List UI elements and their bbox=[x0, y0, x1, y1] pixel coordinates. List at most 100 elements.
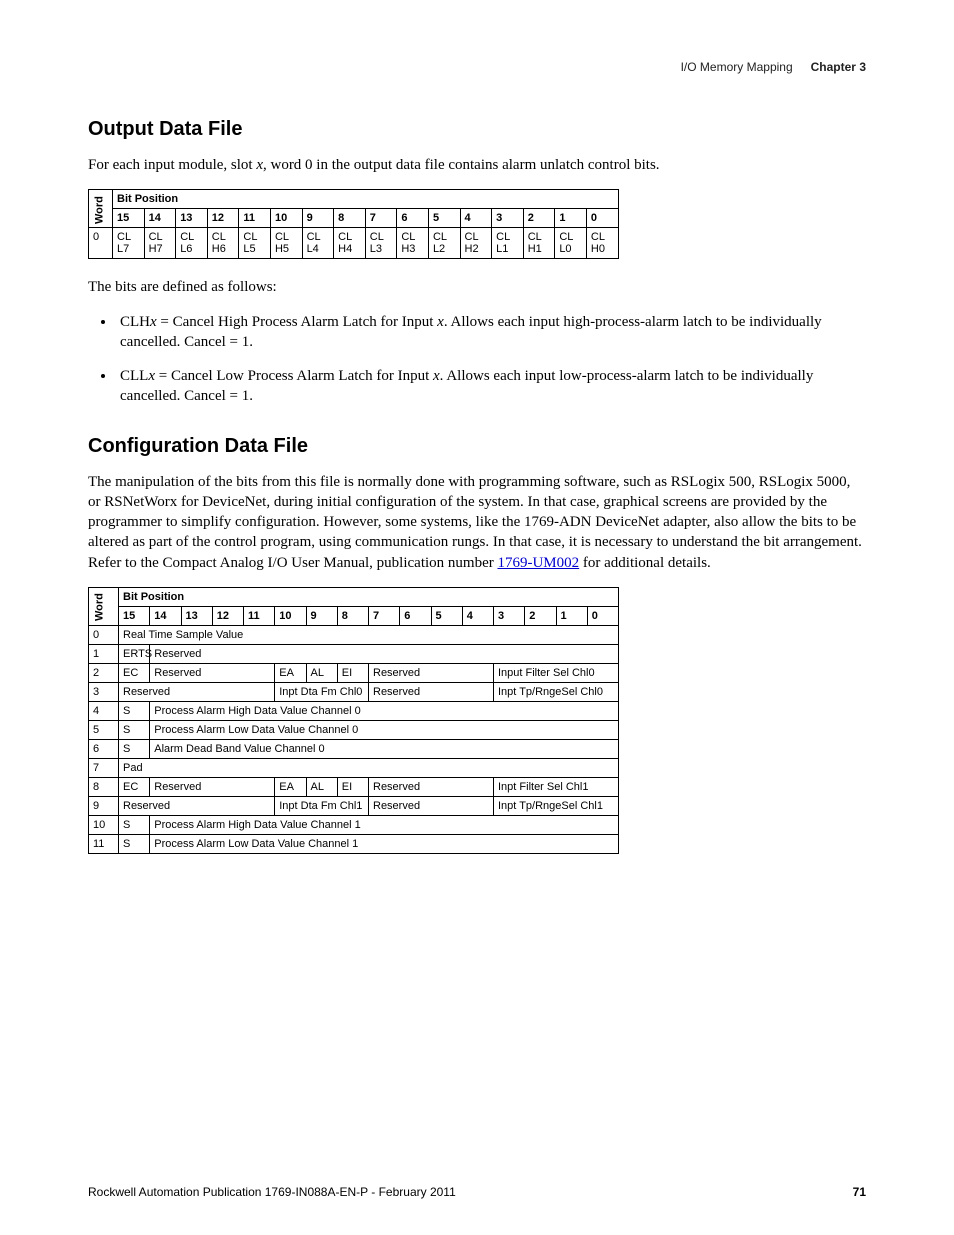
cell: Process Alarm Low Data Value Channel 0 bbox=[150, 720, 619, 739]
cell: S bbox=[119, 815, 150, 834]
bit-head: 13 bbox=[176, 209, 208, 228]
cell: Process Alarm High Data Value Channel 1 bbox=[150, 815, 619, 834]
cell: Reserved bbox=[119, 796, 275, 815]
config-bit-table: Word Bit Position 15 14 13 12 11 10 9 8 … bbox=[88, 587, 619, 854]
cell: Alarm Dead Band Value Channel 0 bbox=[150, 739, 619, 758]
cell: S bbox=[119, 701, 150, 720]
cell: Process Alarm High Data Value Channel 0 bbox=[150, 701, 619, 720]
bit-definitions-list: CLHx = Cancel High Process Alarm Latch f… bbox=[116, 312, 866, 407]
bit-head: 7 bbox=[365, 209, 397, 228]
page-header: I/O Memory Mapping Chapter 3 bbox=[88, 60, 866, 74]
bit-head: 0 bbox=[586, 209, 618, 228]
bit-head: 5 bbox=[428, 209, 460, 228]
cell: Real Time Sample Value bbox=[119, 625, 619, 644]
bit-head: 15 bbox=[119, 606, 150, 625]
config-data-file-heading: Configuration Data File bbox=[88, 435, 866, 458]
cell: CL L5 bbox=[239, 228, 271, 259]
bit-head: 1 bbox=[556, 606, 587, 625]
bit-head: 14 bbox=[144, 209, 176, 228]
cell: Reserved bbox=[369, 777, 494, 796]
cell: CL H7 bbox=[144, 228, 176, 259]
cell: AL bbox=[306, 663, 337, 682]
cell: EA bbox=[275, 663, 306, 682]
cell: S bbox=[119, 834, 150, 853]
word-num: 11 bbox=[89, 834, 119, 853]
cell: CL L3 bbox=[365, 228, 397, 259]
bit-position-head: Bit Position bbox=[119, 587, 619, 606]
bit-head: 2 bbox=[523, 209, 555, 228]
list-item: CLLx = Cancel Low Process Alarm Latch fo… bbox=[116, 366, 866, 407]
cell: Pad bbox=[119, 758, 619, 777]
bit-head: 4 bbox=[460, 209, 492, 228]
bit-head: 0 bbox=[587, 606, 618, 625]
cell: AL bbox=[306, 777, 337, 796]
cell: Reserved bbox=[369, 682, 494, 701]
word-col-head: Word bbox=[89, 587, 119, 625]
cell: Reserved bbox=[369, 796, 494, 815]
bit-head: 8 bbox=[334, 209, 366, 228]
word-num: 5 bbox=[89, 720, 119, 739]
output-bit-table: Word Bit Position 15 14 13 12 11 10 9 8 … bbox=[88, 189, 619, 259]
output-intro: For each input module, slot x, word 0 in… bbox=[88, 155, 866, 175]
list-item: CLHx = Cancel High Process Alarm Latch f… bbox=[116, 312, 866, 353]
cell: CL L7 bbox=[113, 228, 145, 259]
bit-head: 14 bbox=[150, 606, 181, 625]
cell: CL L6 bbox=[176, 228, 208, 259]
cell: CL H2 bbox=[460, 228, 492, 259]
cell: S bbox=[119, 739, 150, 758]
cell: S bbox=[119, 720, 150, 739]
word-0: 0 bbox=[89, 228, 113, 259]
bit-head: 3 bbox=[494, 606, 525, 625]
bit-position-head: Bit Position bbox=[113, 190, 619, 209]
cell: ERTS bbox=[119, 644, 150, 663]
bit-head: 4 bbox=[462, 606, 493, 625]
cell: EI bbox=[337, 777, 368, 796]
bit-head: 13 bbox=[181, 606, 212, 625]
cell: CL L1 bbox=[492, 228, 524, 259]
publication-info: Rockwell Automation Publication 1769-IN0… bbox=[88, 1185, 456, 1199]
bit-head: 10 bbox=[270, 209, 302, 228]
cell: EA bbox=[275, 777, 306, 796]
cell: Input Filter Sel Chl0 bbox=[494, 663, 619, 682]
bit-head: 6 bbox=[400, 606, 431, 625]
word-num: 4 bbox=[89, 701, 119, 720]
cell: CL H6 bbox=[207, 228, 239, 259]
bit-head: 7 bbox=[369, 606, 400, 625]
cell: CL H5 bbox=[270, 228, 302, 259]
bit-head: 9 bbox=[306, 606, 337, 625]
cell: CL H3 bbox=[397, 228, 429, 259]
word-num: 10 bbox=[89, 815, 119, 834]
cell: Reserved bbox=[150, 663, 275, 682]
word-num: 7 bbox=[89, 758, 119, 777]
bit-head: 10 bbox=[275, 606, 306, 625]
cell: Inpt Filter Sel Chl1 bbox=[494, 777, 619, 796]
cell: Reserved bbox=[369, 663, 494, 682]
word-num: 3 bbox=[89, 682, 119, 701]
bit-head: 9 bbox=[302, 209, 334, 228]
word-num: 9 bbox=[89, 796, 119, 815]
cell: EI bbox=[337, 663, 368, 682]
cell: Reserved bbox=[119, 682, 275, 701]
cell: CL L2 bbox=[428, 228, 460, 259]
word-col-head: Word bbox=[89, 190, 113, 228]
header-chapter: Chapter 3 bbox=[811, 60, 866, 74]
word-num: 6 bbox=[89, 739, 119, 758]
cell: Inpt Tp/RngeSel Chl0 bbox=[494, 682, 619, 701]
page-footer: Rockwell Automation Publication 1769-IN0… bbox=[0, 1185, 954, 1199]
bit-head: 12 bbox=[207, 209, 239, 228]
cell: EC bbox=[119, 663, 150, 682]
bit-head: 5 bbox=[431, 606, 462, 625]
bit-head: 12 bbox=[212, 606, 243, 625]
cell: CL L0 bbox=[555, 228, 587, 259]
cell: CL H0 bbox=[586, 228, 618, 259]
bit-head: 11 bbox=[244, 606, 275, 625]
cell: Inpt Dta Fm Chl0 bbox=[275, 682, 369, 701]
page-number: 71 bbox=[853, 1185, 866, 1199]
word-num: 1 bbox=[89, 644, 119, 663]
bit-head: 1 bbox=[555, 209, 587, 228]
config-intro: The manipulation of the bits from this f… bbox=[88, 472, 866, 573]
publication-link[interactable]: 1769-UM002 bbox=[497, 555, 579, 571]
bit-head: 2 bbox=[525, 606, 556, 625]
cell: CL H1 bbox=[523, 228, 555, 259]
bit-head: 6 bbox=[397, 209, 429, 228]
